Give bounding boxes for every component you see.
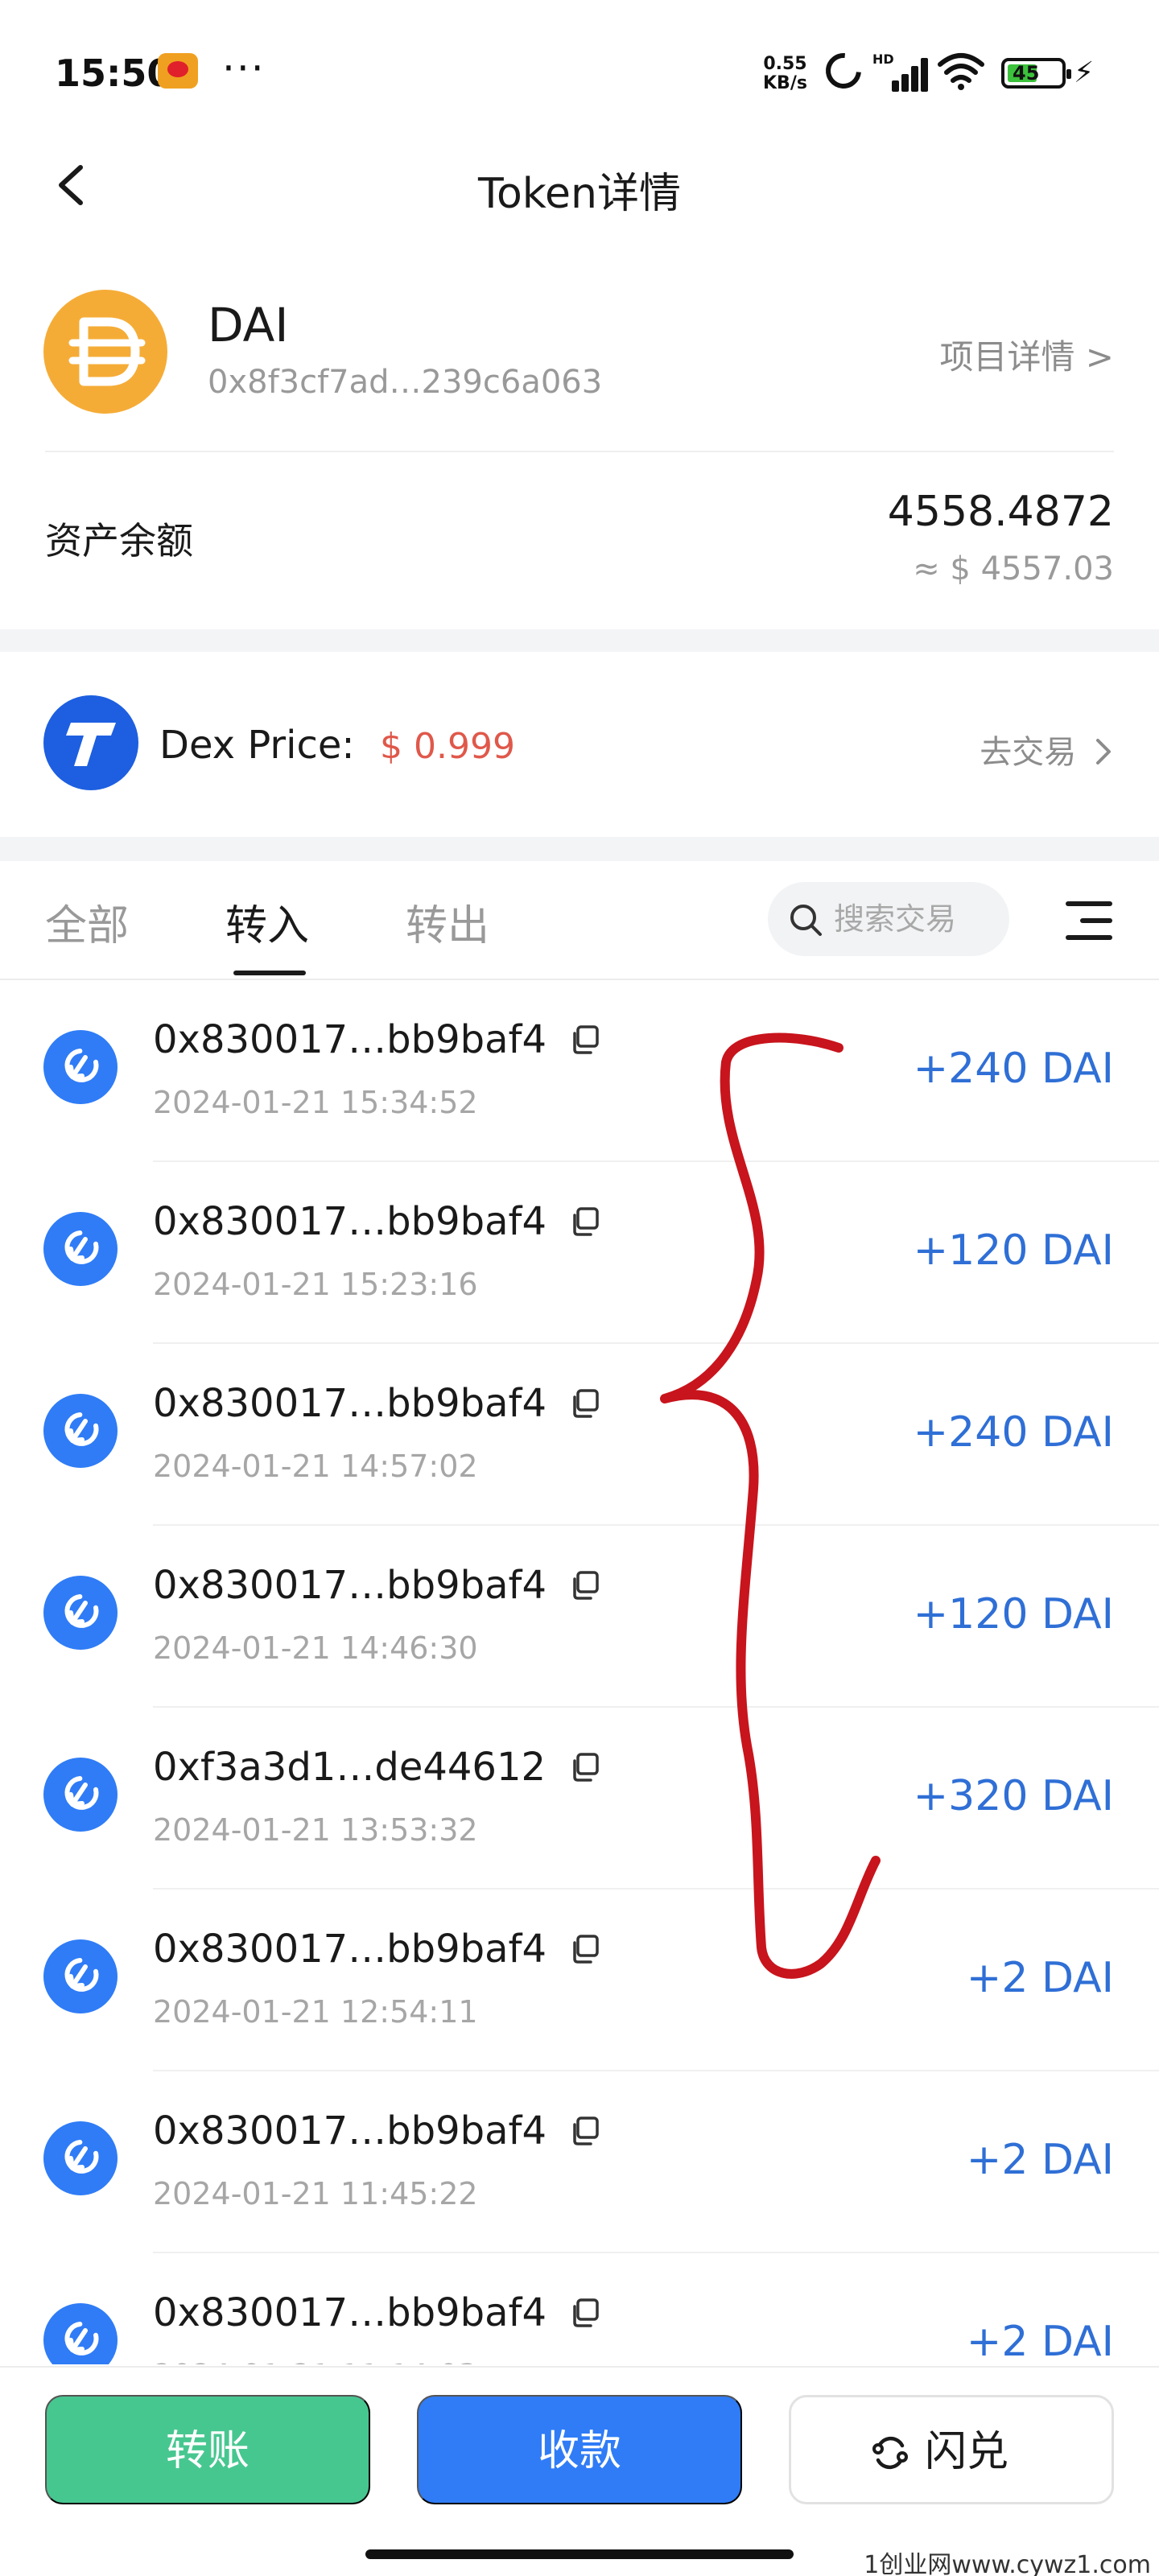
transaction-tabs: 全部 转入 转出 <box>0 861 1159 980</box>
nav-header: Token详情 <box>0 145 1159 225</box>
transaction-time: 2024-01-21 14:57:02 <box>153 1449 478 1484</box>
token-header: DAI 0x8f3cf7ad…239c6a063 项目详情 > <box>0 274 1159 435</box>
transaction-row[interactable]: 0x830017…bb9baf4 2024-01-21 11:45:22 +2 DA… <box>0 2071 1159 2253</box>
tab-all[interactable]: 全部 <box>45 892 129 952</box>
do-not-disturb-icon <box>819 46 868 96</box>
section-gap <box>0 837 1159 861</box>
battery-icon: 45 <box>1001 58 1071 89</box>
transaction-hash: 0x830017…bb9baf4 <box>153 1381 547 1426</box>
search-icon <box>790 905 822 936</box>
token-contract-address[interactable]: 0x8f3cf7ad…239c6a063 <box>208 364 602 401</box>
copy-icon[interactable] <box>568 1387 600 1420</box>
home-indicator <box>365 2549 794 2559</box>
transaction-time: 2024-01-21 14:46:30 <box>153 1630 478 1666</box>
battery-level: 45 <box>1013 62 1040 84</box>
transaction-amount: +240 DAI <box>913 1045 1114 1093</box>
project-details-link[interactable]: 项目详情 > <box>939 330 1114 379</box>
incoming-transfer-icon <box>43 1394 118 1468</box>
incoming-transfer-icon <box>43 1212 118 1286</box>
trade-link[interactable]: 去交易 <box>980 726 1114 773</box>
transaction-amount: +2 DAI <box>966 1954 1114 2002</box>
transaction-row[interactable]: 0x830017…bb9baf4 2024-01-21 14:46:30 +120 … <box>0 1526 1159 1708</box>
copy-icon[interactable] <box>568 2297 600 2329</box>
transaction-hash: 0x830017…bb9baf4 <box>153 2108 547 2154</box>
incoming-transfer-icon <box>43 2303 118 2364</box>
tab-outgoing[interactable]: 转出 <box>406 892 489 952</box>
transaction-hash: 0x830017…bb9baf4 <box>153 2290 547 2335</box>
transaction-time: 2024-01-21 13:53:32 <box>153 1812 478 1848</box>
transaction-time: 2024-01-21 11:45:22 <box>153 2176 478 2211</box>
transaction-hash: 0x830017…bb9baf4 <box>153 1199 547 1244</box>
dex-price-value: $ 0.999 <box>380 726 515 767</box>
transaction-amount: +2 DAI <box>966 2318 1114 2364</box>
search-input[interactable] <box>834 895 1003 943</box>
page-title: Token详情 <box>478 170 681 218</box>
trade-link-label: 去交易 <box>980 734 1077 771</box>
transaction-hash: 0x830017…bb9baf4 <box>153 1927 547 1972</box>
transaction-amount: +120 DAI <box>913 1226 1114 1275</box>
copy-icon[interactable] <box>568 1751 600 1783</box>
balance-label: 资产余额 <box>45 519 193 563</box>
transaction-time: 2024-01-21 12:54:11 <box>153 1994 478 2030</box>
token-symbol: DAI <box>208 298 289 352</box>
copy-icon[interactable] <box>568 1024 600 1056</box>
incoming-transfer-icon <box>43 1939 118 2013</box>
charging-icon: ⚡ <box>1074 56 1095 89</box>
transaction-hash: 0x830017…bb9baf4 <box>153 1563 547 1608</box>
dex-price-card[interactable]: Dex Price: $ 0.999 去交易 <box>0 652 1159 837</box>
status-time: 15:50 <box>55 52 173 95</box>
filter-menu-icon[interactable] <box>1066 901 1112 940</box>
search-box[interactable] <box>768 882 1009 956</box>
transaction-hash: 0x830017…bb9baf4 <box>153 1017 547 1062</box>
transaction-amount: +240 DAI <box>913 1408 1114 1457</box>
dex-logo-icon <box>43 695 138 790</box>
cellular-signal-icon <box>874 52 928 92</box>
balance-usd-value: ≈ $ 4557.03 <box>913 550 1114 587</box>
transaction-row[interactable]: 0x830017…bb9baf4 2024-01-21 15:34:52 +240 … <box>0 980 1159 1162</box>
divider <box>45 451 1114 452</box>
swap-button[interactable]: 闪兑 <box>789 2395 1114 2504</box>
transaction-time: 2024-01-21 11:14:03 <box>153 2358 478 2364</box>
transaction-row[interactable]: 0x830017…bb9baf4 2024-01-21 14:57:02 +240 … <box>0 1344 1159 1526</box>
wifi-icon <box>938 53 984 90</box>
dex-price-label: Dex Price: <box>159 723 355 768</box>
copy-icon[interactable] <box>568 1569 600 1601</box>
copy-icon[interactable] <box>568 2115 600 2147</box>
site-watermark: 1创业网www.cywz1.com <box>864 2551 1151 2576</box>
dai-logo-icon <box>43 290 167 414</box>
transfer-button[interactable]: 转账 <box>45 2395 370 2504</box>
transaction-amount: +320 DAI <box>913 1772 1114 1820</box>
network-speed: 0.55 KB/s <box>763 55 807 93</box>
transaction-time: 2024-01-21 15:34:52 <box>153 1085 478 1120</box>
incoming-transfer-icon <box>43 1758 118 1832</box>
section-gap <box>0 629 1159 652</box>
transaction-row[interactable]: 0x830017…bb9baf4 2024-01-21 12:54:11 +2 DA… <box>0 1890 1159 2071</box>
transaction-list: 0x830017…bb9baf4 2024-01-21 15:34:52 +240 … <box>0 980 1159 2364</box>
network-speed-unit: KB/s <box>763 73 807 93</box>
swap-label: 闪兑 <box>925 2428 1009 2476</box>
chevron-right-icon <box>1096 739 1111 765</box>
receive-button[interactable]: 收款 <box>417 2395 742 2504</box>
copy-icon[interactable] <box>568 1933 600 1965</box>
balance-amount: 4558.4872 <box>887 488 1114 536</box>
transaction-time: 2024-01-21 15:23:16 <box>153 1267 478 1302</box>
copy-icon[interactable] <box>568 1206 600 1238</box>
tab-incoming[interactable]: 转入 <box>225 892 309 952</box>
network-speed-value: 0.55 <box>763 54 807 74</box>
transaction-row[interactable]: 0x830017…bb9baf4 2024-01-21 11:14:03 +2 DA… <box>0 2253 1159 2364</box>
transaction-amount: +120 DAI <box>913 1590 1114 1638</box>
transaction-amount: +2 DAI <box>966 2136 1114 2184</box>
transaction-hash: 0xf3a3d1…de44612 <box>153 1745 547 1790</box>
status-bar: 15:50 ··· 0.55 KB/s HD 45 ⚡ <box>0 0 1159 145</box>
incoming-transfer-icon <box>43 2121 118 2195</box>
incoming-transfer-icon <box>43 1030 118 1104</box>
swap-icon <box>872 2436 908 2470</box>
active-tab-indicator <box>233 971 306 975</box>
more-notifications-icon: ··· <box>222 45 266 92</box>
transaction-row[interactable]: 0x830017…bb9baf4 2024-01-21 15:23:16 +120 … <box>0 1162 1159 1344</box>
weibo-notification-icon <box>158 53 198 89</box>
incoming-transfer-icon <box>43 1576 118 1650</box>
transaction-row[interactable]: 0xf3a3d1…de44612 2024-01-21 13:53:32 +320 … <box>0 1708 1159 1890</box>
